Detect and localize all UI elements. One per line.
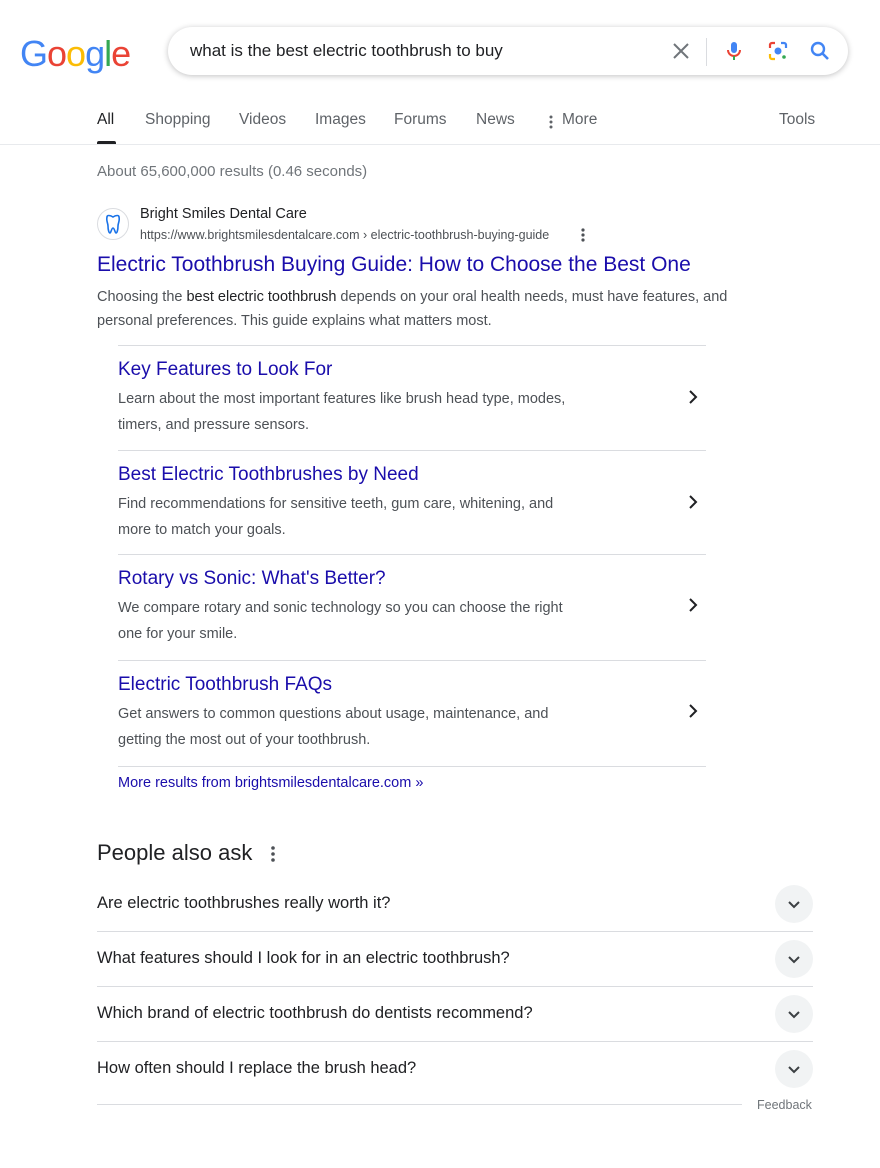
- microphone-icon[interactable]: [722, 39, 746, 63]
- tab-shopping[interactable]: Shopping: [145, 111, 211, 129]
- more-vert-icon[interactable]: [577, 226, 589, 244]
- sitelinks: Key Features to Look For Learn about the…: [118, 345, 706, 767]
- paa-question[interactable]: Which brand of electric toothbrush do de…: [97, 987, 813, 1042]
- chevron-right-icon: [689, 704, 698, 718]
- tab-forums[interactable]: Forums: [394, 111, 447, 129]
- expand-button[interactable]: [775, 885, 813, 923]
- sitelink-item[interactable]: Rotary vs Sonic: What's Better? We compa…: [118, 554, 706, 660]
- sitelink-item[interactable]: Key Features to Look For Learn about the…: [118, 345, 706, 450]
- tab-images[interactable]: Images: [315, 111, 366, 129]
- logo-letter: o: [47, 33, 67, 74]
- chevron-down-icon: [788, 1066, 800, 1074]
- sitelink-title[interactable]: Best Electric Toothbrushes by Need: [118, 464, 419, 486]
- logo-letter: G: [20, 33, 48, 74]
- site-url[interactable]: https://www.brightsmilesdentalcare.com ›…: [140, 228, 549, 242]
- feedback-link[interactable]: Feedback: [757, 1098, 812, 1112]
- logo-letter: o: [66, 33, 86, 74]
- close-icon[interactable]: [669, 39, 693, 63]
- site-name[interactable]: Bright Smiles Dental Care: [140, 206, 307, 222]
- sitelink-desc: Learn about the most important features …: [118, 391, 566, 433]
- paa-question-text[interactable]: How often should I replace the brush hea…: [97, 1059, 416, 1078]
- paa-question-text[interactable]: What features should I look for in an el…: [97, 949, 510, 968]
- expand-button[interactable]: [775, 995, 813, 1033]
- snippet-text: Choosing the: [97, 289, 187, 305]
- chevron-right-icon: [689, 598, 698, 612]
- paa-question[interactable]: How often should I replace the brush hea…: [97, 1042, 813, 1097]
- sitelink-item[interactable]: Electric Toothbrush FAQs Get answers to …: [118, 660, 706, 767]
- more-vert-icon: [549, 115, 553, 129]
- search-tabs: All Shopping Videos Images Forums News M…: [0, 104, 880, 145]
- tab-videos[interactable]: Videos: [239, 111, 286, 129]
- search-input[interactable]: what is the best electric toothbrush to …: [190, 41, 503, 61]
- paa-divider: [97, 1104, 742, 1105]
- paa-question-text[interactable]: Which brand of electric toothbrush do de…: [97, 1004, 533, 1023]
- chevron-down-icon: [788, 901, 800, 909]
- active-tab-indicator: [97, 141, 116, 144]
- logo-letter: l: [104, 33, 112, 74]
- paa-question[interactable]: What features should I look for in an el…: [97, 932, 813, 987]
- google-logo[interactable]: Google: [20, 33, 131, 75]
- chevron-down-icon: [788, 1011, 800, 1019]
- paa-question[interactable]: Are electric toothbrushes really worth i…: [97, 877, 813, 932]
- logo-letter: g: [85, 33, 105, 74]
- more-results-link[interactable]: More results from brightsmilesdentalcare…: [118, 775, 423, 791]
- tooth-icon: [105, 214, 121, 234]
- snippet-highlight: best electric toothbrush: [186, 289, 337, 305]
- search-divider: [706, 38, 707, 66]
- sitelink-title[interactable]: Rotary vs Sonic: What's Better?: [118, 568, 386, 590]
- paa-question-text[interactable]: Are electric toothbrushes really worth i…: [97, 894, 390, 913]
- site-favicon[interactable]: [97, 208, 129, 240]
- google-lens-icon[interactable]: [766, 39, 790, 63]
- search-box[interactable]: what is the best electric toothbrush to …: [168, 27, 848, 75]
- sitelink-title[interactable]: Key Features to Look For: [118, 359, 332, 381]
- chevron-down-icon: [788, 956, 800, 964]
- chevron-right-icon: [689, 495, 698, 509]
- paa-heading: People also ask: [97, 840, 253, 865]
- paa-list: Are electric toothbrushes really worth i…: [97, 877, 813, 1097]
- sitelink-desc: We compare rotary and sonic technology s…: [118, 600, 563, 642]
- sitelink-item[interactable]: Best Electric Toothbrushes by Need Find …: [118, 450, 706, 554]
- sitelink-title[interactable]: Electric Toothbrush FAQs: [118, 674, 332, 696]
- expand-button[interactable]: [775, 940, 813, 978]
- result-title-link[interactable]: Electric Toothbrush Buying Guide: How to…: [97, 253, 691, 277]
- tab-all[interactable]: All: [97, 111, 114, 129]
- logo-letter: e: [111, 33, 131, 74]
- result-stats: About 65,600,000 results (0.46 seconds): [97, 163, 368, 180]
- expand-button[interactable]: [775, 1050, 813, 1088]
- result-snippet: Choosing the best electric toothbrush de…: [97, 285, 737, 333]
- more-vert-icon[interactable]: [268, 844, 278, 864]
- tab-more[interactable]: More: [562, 111, 597, 129]
- search-icon[interactable]: [808, 39, 832, 63]
- chevron-right-icon: [689, 390, 698, 404]
- tab-news[interactable]: News: [476, 111, 515, 129]
- sitelink-desc: Get answers to common questions about us…: [118, 706, 549, 748]
- sitelink-desc: Find recommendations for sensitive teeth…: [118, 496, 554, 538]
- tools-button[interactable]: Tools: [779, 111, 815, 129]
